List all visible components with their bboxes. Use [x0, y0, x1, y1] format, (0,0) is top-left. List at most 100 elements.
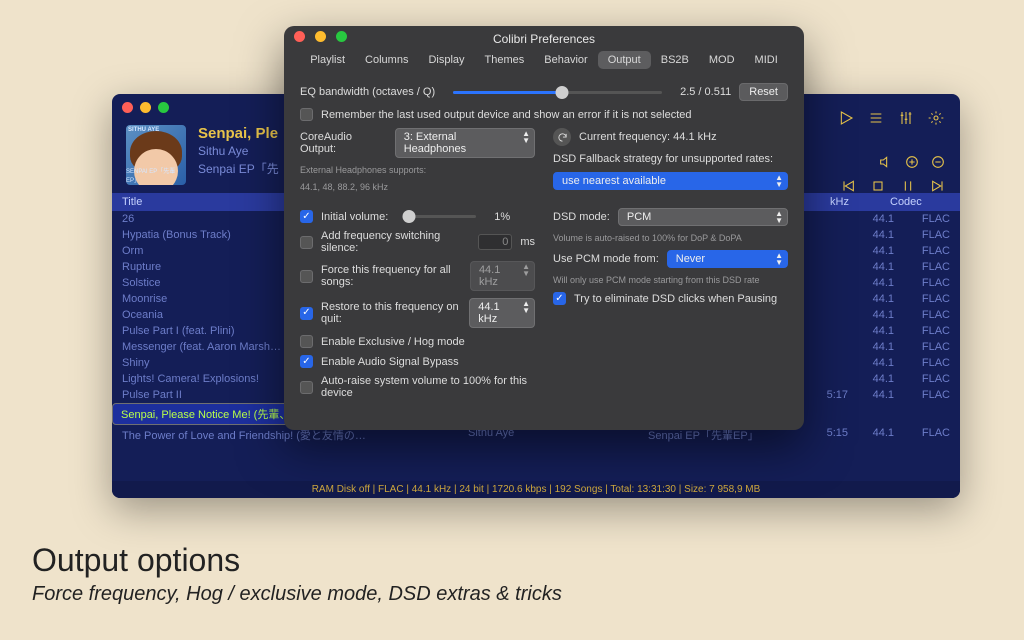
tab-playlist[interactable]: Playlist [300, 51, 355, 69]
pcm-from-label: Use PCM mode from: [553, 253, 659, 265]
supports-line2: 44.1, 48, 88.2, 96 kHz [300, 182, 535, 192]
tab-bs2b[interactable]: BS2B [651, 51, 699, 69]
eq-row: EQ bandwidth (octaves / Q) 2.5 / 0.511 R… [300, 83, 788, 101]
bypass-label: Enable Audio Signal Bypass [321, 356, 459, 368]
pref-tabs: PlaylistColumnsDisplayThemesBehaviorOutp… [284, 47, 804, 79]
coreaudio-select[interactable]: 3: External Headphones▲▼ [395, 128, 535, 158]
restore-freq-select[interactable]: 44.1 kHz▲▼ [469, 298, 535, 328]
silence-label: Add frequency switching silence: [321, 230, 470, 254]
caption-heading: Output options [32, 542, 562, 579]
hog-checkbox[interactable] [300, 335, 313, 348]
player-transport [840, 178, 946, 194]
curfreq-label: Current frequency: 44.1 kHz [579, 131, 717, 143]
coreaudio-row: CoreAudio Output: 3: External Headphones… [300, 128, 535, 158]
init-vol-row: Initial volume: 1% [300, 210, 535, 223]
col-hz[interactable]: kHz [830, 196, 890, 208]
preferences-window: Colibri Preferences PlaylistColumnsDispl… [284, 26, 804, 430]
next-icon[interactable] [930, 178, 946, 194]
init-vol-label: Initial volume: [321, 211, 388, 223]
restore-freq-row: Restore to this frequency on quit: 44.1 … [300, 298, 535, 328]
supports-line1: External Headphones supports: [300, 165, 535, 175]
gear-icon[interactable] [928, 110, 944, 126]
restore-freq-checkbox[interactable] [300, 307, 313, 320]
ms-label: ms [520, 236, 535, 248]
tab-behavior[interactable]: Behavior [534, 51, 597, 69]
hog-label: Enable Exclusive / Hog mode [321, 336, 465, 348]
silence-row: Add frequency switching silence: ms [300, 230, 535, 254]
sliders-icon[interactable] [898, 110, 914, 126]
bypass-checkbox[interactable] [300, 355, 313, 368]
hog-row: Enable Exclusive / Hog mode [300, 335, 535, 348]
tab-columns[interactable]: Columns [355, 51, 418, 69]
init-vol-value: 1% [494, 211, 510, 223]
curfreq-row: Current frequency: 44.1 kHz [553, 128, 788, 146]
pref-zoom-dot[interactable] [336, 31, 347, 42]
pcm-from-select[interactable]: Never▲▼ [667, 250, 788, 268]
tab-themes[interactable]: Themes [475, 51, 535, 69]
eliminate-checkbox[interactable] [553, 292, 566, 305]
eq-slider[interactable] [453, 91, 662, 94]
reset-button[interactable]: Reset [739, 83, 788, 101]
col-codec[interactable]: Codec [890, 196, 950, 208]
force-freq-checkbox[interactable] [300, 270, 313, 283]
pref-close-dot[interactable] [294, 31, 305, 42]
album-art[interactable]: SITHU AYE SENPAI EP「先輩EP」 [126, 125, 186, 185]
tab-mod[interactable]: MOD [699, 51, 745, 69]
dsd-note: Volume is auto-raised to 100% for DoP & … [553, 233, 788, 243]
pref-traffic-lights [284, 26, 804, 47]
pause-icon[interactable] [900, 178, 916, 194]
play-button[interactable] [838, 110, 854, 126]
volume-down-icon[interactable] [930, 154, 946, 170]
tab-midi[interactable]: MIDI [745, 51, 788, 69]
eliminate-row: Try to eliminate DSD clicks when Pausing [553, 292, 788, 305]
eq-label: EQ bandwidth (octaves / Q) [300, 86, 435, 98]
coreaudio-label: CoreAudio Output: [300, 131, 387, 155]
minimize-dot[interactable] [140, 102, 151, 113]
mute-icon[interactable] [878, 154, 894, 170]
silence-input[interactable] [478, 234, 512, 250]
force-freq-row: Force this frequency for all songs: 44.1… [300, 261, 535, 291]
zoom-dot[interactable] [158, 102, 169, 113]
status-bar: RAM Disk off | FLAC | 44.1 kHz | 24 bit … [112, 481, 960, 498]
art-bottom-label: SENPAI EP「先輩EP」 [126, 166, 186, 184]
autoraise-label: Auto-raise system volume to 100% for thi… [321, 375, 535, 399]
close-dot[interactable] [122, 102, 133, 113]
player-top-right [838, 110, 944, 126]
autoraise-row: Auto-raise system volume to 100% for thi… [300, 375, 535, 399]
silence-checkbox[interactable] [300, 236, 313, 249]
tab-display[interactable]: Display [418, 51, 474, 69]
pcm-from-row: Use PCM mode from: Never▲▼ [553, 250, 788, 268]
tab-output[interactable]: Output [598, 51, 651, 69]
track-artist: Sithu Aye [198, 144, 279, 158]
eliminate-label: Try to eliminate DSD clicks when Pausing [574, 293, 777, 305]
eq-value: 2.5 / 0.511 [680, 86, 731, 98]
track-album: Senpai EP「先 [198, 160, 279, 177]
init-vol-checkbox[interactable] [300, 210, 313, 223]
force-freq-select[interactable]: 44.1 kHz▲▼ [470, 261, 535, 291]
init-vol-slider[interactable] [406, 215, 476, 218]
pref-minimize-dot[interactable] [315, 31, 326, 42]
dsd-mode-row: DSD mode: PCM▲▼ [553, 208, 788, 226]
stop-icon[interactable] [870, 178, 886, 194]
remember-row: Remember the last used output device and… [300, 108, 788, 121]
player-vol-row [878, 154, 946, 170]
volume-up-icon[interactable] [904, 154, 920, 170]
caption: Output options Force frequency, Hog / ex… [32, 542, 562, 606]
pcm-note: Will only use PCM mode starting from thi… [553, 275, 788, 285]
caption-sub: Force frequency, Hog / exclusive mode, D… [32, 583, 562, 606]
pref-body: EQ bandwidth (octaves / Q) 2.5 / 0.511 R… [284, 79, 804, 409]
force-freq-label: Force this frequency for all songs: [321, 264, 462, 288]
autoraise-checkbox[interactable] [300, 381, 313, 394]
track-title: Senpai, Ple [198, 125, 279, 142]
list-icon[interactable] [868, 110, 884, 126]
prev-icon[interactable] [840, 178, 856, 194]
remember-checkbox[interactable] [300, 108, 313, 121]
refresh-icon[interactable] [553, 128, 571, 146]
remember-label: Remember the last used output device and… [321, 109, 692, 121]
dsd-mode-select[interactable]: PCM▲▼ [618, 208, 788, 226]
dsd-fallback-select[interactable]: use nearest available▲▼ [553, 172, 788, 190]
restore-freq-label: Restore to this frequency on quit: [321, 301, 461, 325]
dsd-mode-label: DSD mode: [553, 211, 610, 223]
bypass-row: Enable Audio Signal Bypass [300, 355, 535, 368]
dsd-fallback-label: DSD Fallback strategy for unsupported ra… [553, 153, 788, 165]
